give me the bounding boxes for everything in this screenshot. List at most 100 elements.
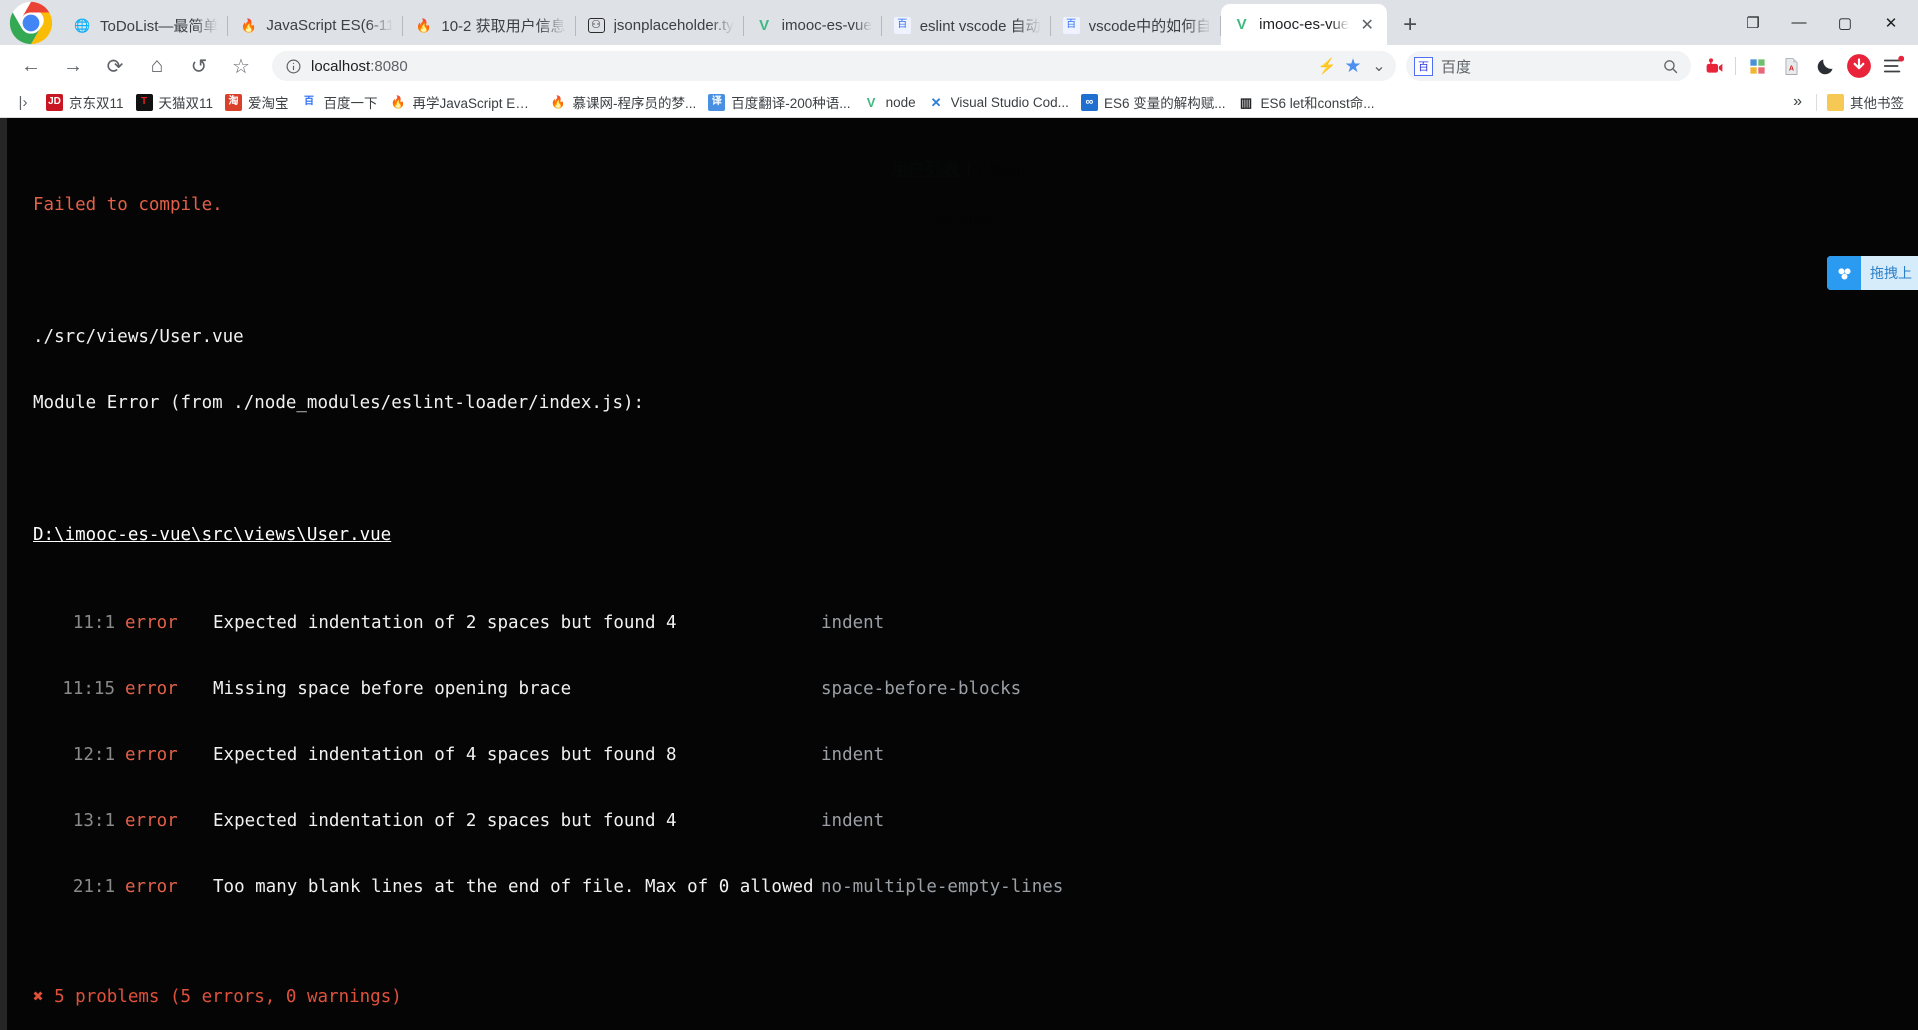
taobao-icon: 淘 bbox=[225, 93, 243, 111]
flame-icon: 🔥 bbox=[415, 17, 432, 33]
overlay-file-path: D:\imooc-es-vue\src\views\User.vue bbox=[33, 525, 392, 545]
browser-tab-strip: 🌐 ToDoList—最简单 🔥 JavaScript ES(6-11 🔥 10… bbox=[0, 0, 1918, 45]
error-message: Expected indentation of 2 spaces but fou… bbox=[213, 613, 677, 633]
globe-icon: 🌐 bbox=[74, 17, 91, 33]
error-severity: error bbox=[125, 679, 178, 699]
video-downloader-extension-icon[interactable] bbox=[1698, 50, 1730, 82]
download-button-icon[interactable] bbox=[1843, 50, 1875, 82]
baidu-icon: 百 bbox=[300, 93, 318, 111]
flame-icon: 🔥 bbox=[389, 93, 407, 111]
reading-list-icon[interactable]: |› bbox=[10, 90, 36, 114]
other-bookmarks-folder[interactable]: 其他书签 bbox=[1821, 90, 1910, 114]
overlay-spacer bbox=[33, 260, 1918, 282]
maximize-icon[interactable]: ▢ bbox=[1822, 0, 1868, 45]
chevron-down-icon[interactable]: ⌄ bbox=[1366, 53, 1392, 79]
error-severity: error bbox=[125, 745, 178, 765]
json-icon: ⚇ bbox=[587, 17, 605, 33]
es6-icon: ∞ bbox=[1080, 93, 1098, 111]
tab-imooc-es-vue-1[interactable]: V imooc-es-vue bbox=[744, 5, 882, 45]
baidu-netdisk-widget[interactable]: 拖拽上 bbox=[1827, 256, 1918, 290]
tab-label: vscode中的如何自 bbox=[1088, 17, 1212, 35]
bookmarks-overflow-button[interactable]: » bbox=[1783, 93, 1812, 111]
tab-todolist[interactable]: 🌐 ToDoList—最简单 bbox=[62, 5, 229, 45]
star-filled-icon[interactable]: ★ bbox=[1340, 53, 1366, 79]
error-row: 21:1 error Too many blank lines at the e… bbox=[33, 876, 1918, 898]
overlay-module-path: ./src/views/User.vue bbox=[33, 327, 244, 347]
bookmark-star-icon[interactable]: ☆ bbox=[224, 49, 258, 83]
device-toolbar-icon[interactable]: ❐ bbox=[1730, 0, 1776, 45]
error-severity: error bbox=[125, 877, 178, 897]
pdf-extension-icon[interactable]: A bbox=[1775, 50, 1807, 82]
bookmark-tmall[interactable]: T 天猫双11 bbox=[130, 90, 220, 114]
tab-imooc-es-vue-active[interactable]: V imooc-es-vue ✕ bbox=[1221, 4, 1388, 45]
bookmark-taobao[interactable]: 淘 爱淘宝 bbox=[219, 90, 295, 114]
reload-icon[interactable]: ⟳ bbox=[98, 49, 132, 83]
overlay-headline: Failed to compile. bbox=[33, 195, 223, 215]
history-icon[interactable]: ↺ bbox=[182, 49, 216, 83]
bookmark-label: 百度一下 bbox=[323, 96, 378, 111]
search-input[interactable]: 百度 bbox=[1441, 56, 1657, 77]
vue-icon: V bbox=[862, 93, 880, 111]
tab-label: imooc-es-vue bbox=[1259, 16, 1350, 33]
tab-vscode-howto[interactable]: 百 vscode中的如何自 bbox=[1051, 5, 1222, 45]
error-position: 11:15 bbox=[62, 679, 115, 699]
error-position: 12:1 bbox=[72, 745, 115, 765]
new-tab-button[interactable]: + bbox=[1393, 8, 1427, 42]
bookmark-jd[interactable]: JD 京东双11 bbox=[40, 90, 130, 114]
compile-error-overlay: Failed to compile. ./src/views/User.vue … bbox=[0, 118, 1918, 1030]
vscode-icon: ✕ bbox=[927, 93, 945, 111]
tab-eslint-vscode[interactable]: 百 eslint vscode 自动 bbox=[882, 5, 1051, 45]
close-icon[interactable]: ✕ bbox=[1357, 15, 1377, 35]
jd-icon: JD bbox=[46, 93, 63, 111]
dark-mode-toggle-icon[interactable] bbox=[1809, 50, 1841, 82]
minimize-icon[interactable]: — bbox=[1776, 0, 1822, 45]
search-box[interactable]: 百 百度 bbox=[1406, 51, 1691, 81]
bookmark-label: Visual Studio Cod... bbox=[950, 94, 1069, 110]
error-row: 12:1 error Expected indentation of 4 spa… bbox=[33, 744, 1918, 766]
tab-jsonplaceholder[interactable]: ⚇ jsonplaceholder.ty bbox=[576, 5, 744, 45]
close-icon[interactable]: ✕ bbox=[1868, 0, 1914, 45]
bookmark-imooc[interactable]: 🔥 慕课网-程序员的梦... bbox=[544, 90, 703, 114]
tab-label: imooc-es-vue bbox=[781, 16, 872, 34]
bookmark-vscode[interactable]: ✕ Visual Studio Cod... bbox=[922, 90, 1075, 114]
apps-grid-extension-icon[interactable] bbox=[1741, 50, 1773, 82]
tab-get-user-info[interactable]: 🔥 10-2 获取用户信息 bbox=[403, 5, 576, 45]
bookmark-label: ES6 变量的解构赋... bbox=[1103, 96, 1226, 111]
bookmark-baidu-translate[interactable]: 译 百度翻译-200种语... bbox=[702, 90, 856, 114]
bookmark-baidu[interactable]: 百 百度一下 bbox=[295, 90, 384, 114]
bookmark-es6-let-const[interactable]: ▥ ES6 let和const命... bbox=[1231, 90, 1380, 114]
tab-label: eslint vscode 自动 bbox=[919, 17, 1041, 35]
address-bar[interactable]: localhost:8080 ⚡ ★ ⌄ bbox=[272, 51, 1396, 81]
tab-javascript-es[interactable]: 🔥 JavaScript ES(6-11 bbox=[228, 5, 404, 45]
site-info-icon[interactable] bbox=[285, 58, 302, 75]
other-bookmarks-label: 其他书签 bbox=[1850, 96, 1904, 111]
chrome-logo bbox=[0, 0, 62, 45]
error-rule: indent bbox=[821, 613, 885, 633]
error-row: 11:15 error Missing space before opening… bbox=[33, 678, 1918, 700]
lightning-icon[interactable]: ⚡ bbox=[1314, 53, 1340, 79]
error-cross-icon: ✖ bbox=[33, 987, 44, 1007]
bookmark-es6-destructuring[interactable]: ∞ ES6 变量的解构赋... bbox=[1075, 90, 1232, 114]
forward-icon[interactable]: → bbox=[56, 49, 90, 83]
page-viewport: 用户列表|About fdfddddd Failed to compile. .… bbox=[0, 118, 1918, 1030]
bookmark-label: 百度翻译-200种语... bbox=[731, 96, 851, 111]
error-row: 11:1 error Expected indentation of 2 spa… bbox=[33, 612, 1918, 634]
baidu-netdisk-label: 拖拽上 bbox=[1870, 265, 1912, 281]
overlay-spacer bbox=[33, 458, 1918, 480]
back-icon[interactable]: ← bbox=[14, 49, 48, 83]
bookmark-node[interactable]: V node bbox=[857, 90, 922, 114]
error-message: Expected indentation of 2 spaces but fou… bbox=[213, 811, 677, 831]
translate-icon: 译 bbox=[708, 93, 726, 111]
tab-label: ToDoList—最简单 bbox=[100, 17, 219, 35]
home-icon[interactable]: ⌂ bbox=[140, 49, 174, 83]
chrome-logo-icon bbox=[9, 1, 53, 44]
bookmark-relearn-javascript[interactable]: 🔥 再学JavaScript ES(... bbox=[384, 90, 544, 114]
error-rule: no-multiple-empty-lines bbox=[821, 877, 1064, 897]
tab-label: JavaScript ES(6-11 bbox=[266, 16, 394, 34]
chrome-menu-button-icon[interactable] bbox=[1877, 50, 1909, 82]
browser-toolbar: ← → ⟳ ⌂ ↺ ☆ localhost:8080 ⚡ ★ ⌄ 百 百度 A bbox=[0, 45, 1918, 87]
svg-text:A: A bbox=[1788, 64, 1793, 72]
search-icon[interactable] bbox=[1657, 53, 1683, 79]
book-icon: ▥ bbox=[1237, 93, 1255, 111]
url-text: localhost:8080 bbox=[311, 58, 1314, 75]
